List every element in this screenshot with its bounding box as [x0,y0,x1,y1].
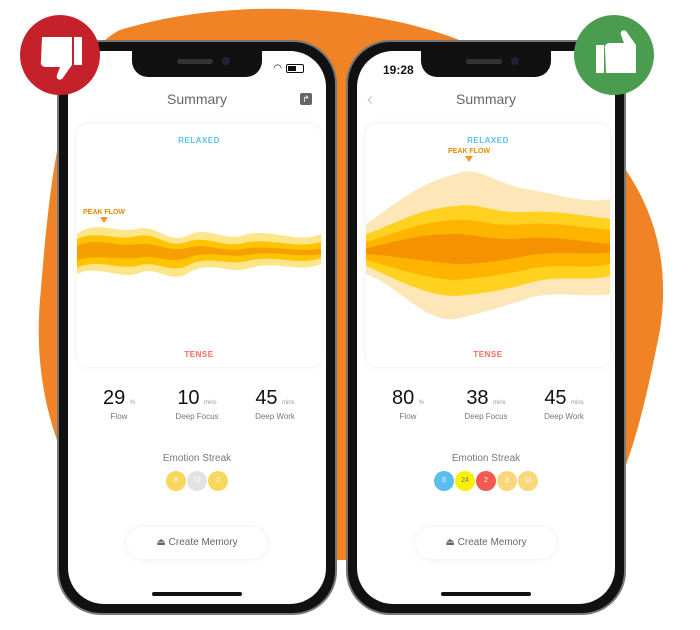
stat-deep-focus: 10 mins Deep Focus [175,387,219,421]
emotion-stream-card: RELAXED PEAK FLOW TENSE [366,124,610,367]
page-title: Summary [167,91,227,107]
emotion-stream-graph [77,227,321,277]
streak-dot: 3 [497,471,517,491]
home-indicator [441,592,531,596]
streak-dot: 12 [187,471,207,491]
stat-deep-work: 45 mins Deep Work [544,387,584,421]
tense-label: TENSE [473,350,503,359]
streak-dot: 2 [476,471,496,491]
status-bar: ◠ [273,63,304,74]
create-memory-button[interactable]: ⏏ Create Memory [416,527,556,559]
phone-left: ◠ Summary ↱ RELAXED PEAK FLOW TENSE 29 %… [57,40,337,615]
emotion-streak-title: Emotion Streak [162,453,232,464]
streak-dot: 8 [166,471,186,491]
home-indicator [152,592,242,596]
streak-dot: 24 [455,471,475,491]
emotion-streak-title: Emotion Streak [451,453,521,464]
tense-label: TENSE [184,350,214,359]
share-icon[interactable]: ↱ [300,93,312,105]
peak-flow-marker: PEAK FLOW [83,209,125,223]
peak-flow-marker: PEAK FLOW [448,148,490,162]
status-time: 19:28 [383,63,414,77]
thumbs-up-icon [574,15,654,95]
bag-icon: ⏏ [445,537,455,548]
bag-icon: ⏏ [156,537,166,548]
wifi-icon: ◠ [273,63,282,74]
emotion-streak: 5 24 2 3 11 [357,471,615,491]
camera-icon [511,57,519,65]
thumbs-down-icon [20,15,100,95]
emotion-stream-card: RELAXED PEAK FLOW TENSE [77,124,321,367]
stat-deep-focus: 38 mins Deep Focus [464,387,508,421]
streak-dot: 5 [434,471,454,491]
create-memory-button[interactable]: ⏏ Create Memory [127,527,267,559]
emotion-streak: 8 12 2 [68,471,326,491]
battery-icon [286,64,304,73]
streak-dot: 2 [208,471,228,491]
camera-icon [222,57,230,65]
stat-flow: 80 % Flow [391,387,425,421]
stat-flow: 29 % Flow [102,387,136,421]
stat-deep-work: 45 mins Deep Work [255,387,295,421]
phone-right: 19:28 ‹ Summary RELAXED PEAK FLOW TENSE … [346,40,626,615]
streak-dot: 11 [518,471,538,491]
